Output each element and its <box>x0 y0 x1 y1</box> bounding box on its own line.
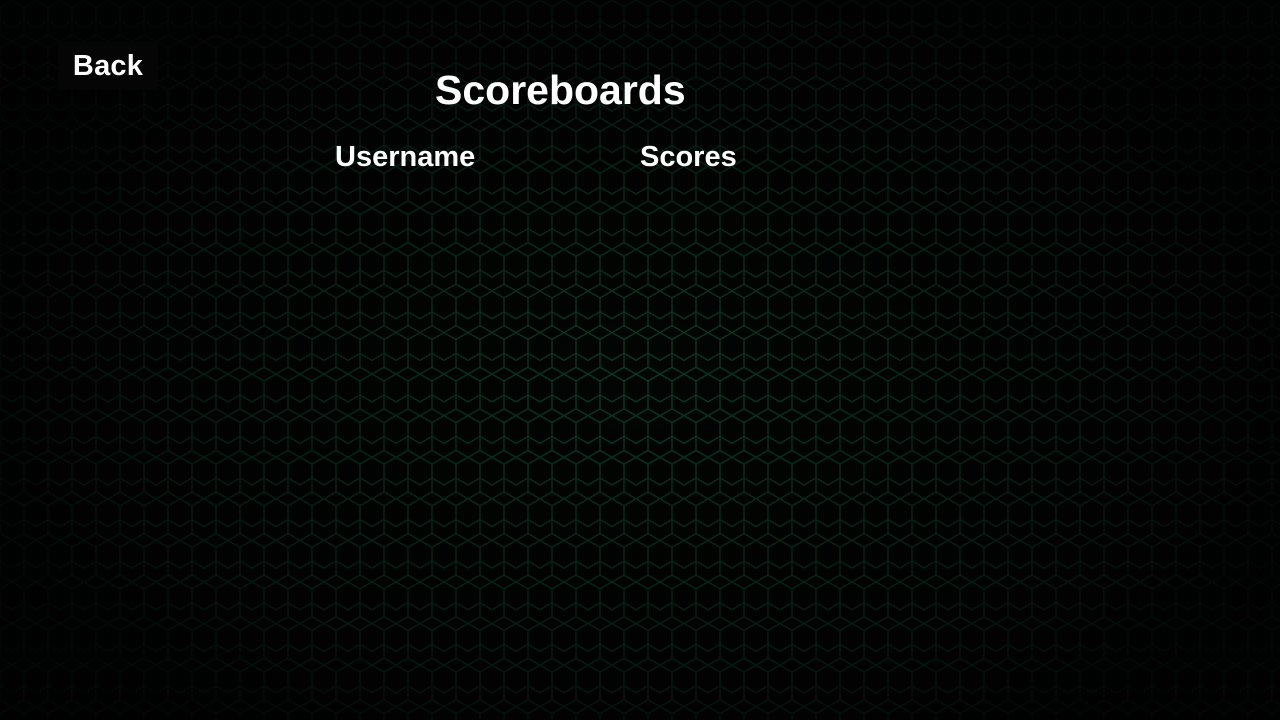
back-button[interactable]: Back <box>58 42 158 90</box>
scores-column-header: Scores <box>640 141 737 173</box>
username-column-header: Username <box>335 141 476 173</box>
page-title: Scoreboards <box>435 67 686 113</box>
